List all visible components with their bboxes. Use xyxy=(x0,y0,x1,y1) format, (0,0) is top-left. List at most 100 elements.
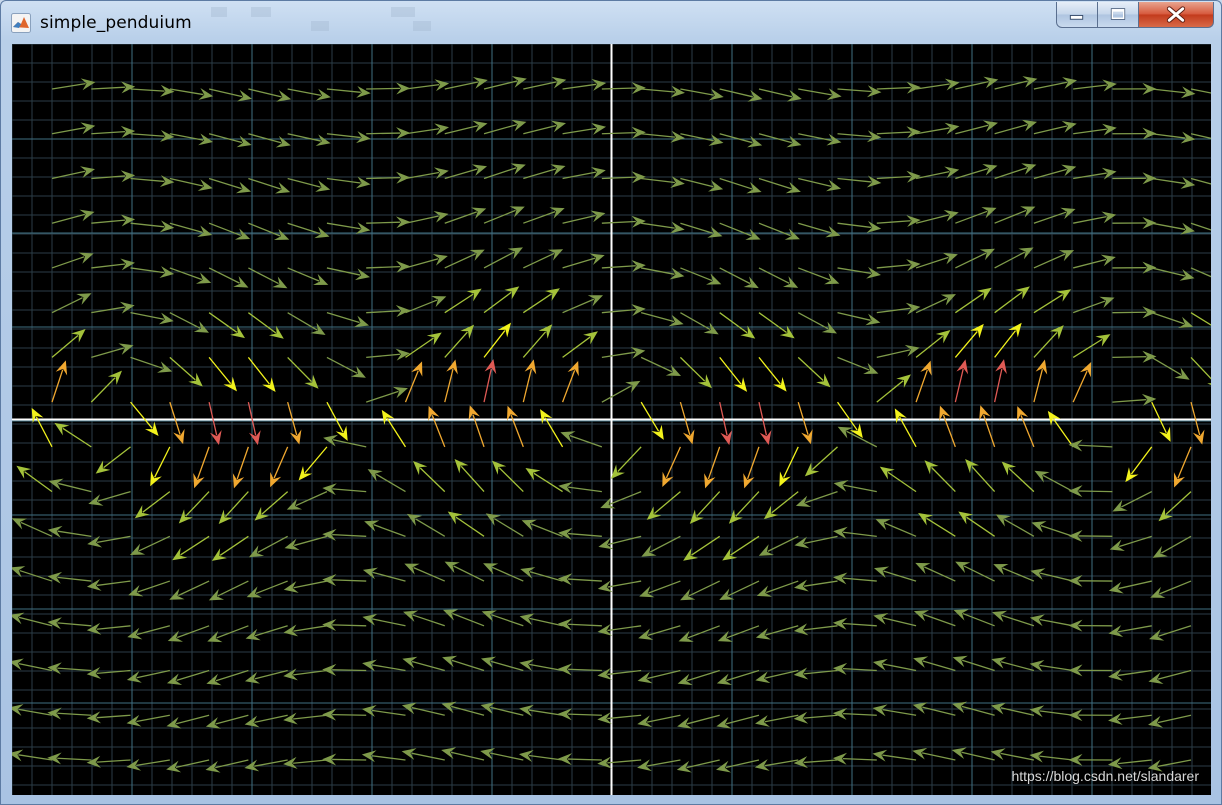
vector-arrow-shaft xyxy=(51,83,86,90)
vector-arrow-shaft xyxy=(746,446,760,480)
vector-arrow-head xyxy=(1152,545,1168,558)
vector-arrow-shaft xyxy=(444,81,479,90)
maximize-button[interactable] xyxy=(1097,2,1139,28)
vector-arrow-shaft xyxy=(257,535,288,554)
vector-arrow-shaft xyxy=(1151,222,1186,231)
vector-arrow-head xyxy=(722,547,738,561)
vector-arrow-shaft xyxy=(1001,614,1035,627)
vector-arrow-shaft xyxy=(366,221,401,224)
vector-arrow-shaft xyxy=(528,709,563,716)
watermark-text: https://blog.csdn.net/slandarer xyxy=(1011,768,1199,784)
vector-arrow-shaft xyxy=(758,133,792,144)
vector-arrow-shaft xyxy=(332,758,367,761)
vector-arrow-shaft xyxy=(405,258,439,269)
vector-arrow-shaft xyxy=(915,297,948,314)
vector-arrow-shaft xyxy=(57,622,92,627)
vector-arrow-shaft xyxy=(293,625,328,632)
title-bar[interactable]: simple_penduium xyxy=(1,1,1221,41)
vector-arrow-shaft xyxy=(640,356,673,373)
phase-plot[interactable]: https://blog.csdn.net/slandarer xyxy=(12,44,1211,795)
vector-arrow-shaft xyxy=(679,356,706,382)
vector-arrow-shaft xyxy=(680,133,714,142)
vector-arrow-shaft xyxy=(649,535,681,553)
vector-arrow-shaft xyxy=(562,336,591,358)
vector-arrow-shaft xyxy=(405,128,440,135)
vector-arrow-shaft xyxy=(90,377,116,403)
vector-arrow-shaft xyxy=(405,171,440,180)
vector-arrow-shaft xyxy=(1002,567,1035,582)
vector-arrow-shaft xyxy=(57,576,92,582)
vector-arrow-shaft xyxy=(332,624,367,627)
vector-arrow-shaft xyxy=(966,516,995,537)
vector-arrow-shaft xyxy=(533,472,563,493)
vector-arrow-shaft xyxy=(922,660,956,672)
vector-arrow-shaft xyxy=(758,177,792,190)
vector-arrow-shaft xyxy=(208,88,243,98)
vector-arrow-head xyxy=(544,288,560,301)
vector-arrow-shaft xyxy=(1000,752,1035,761)
vector-arrow-shaft xyxy=(523,210,556,224)
vector-arrow-shaft xyxy=(961,751,995,761)
vector-arrow-shaft xyxy=(1177,446,1192,479)
vector-arrow-shaft xyxy=(224,491,249,518)
vector-arrow-shaft xyxy=(876,264,911,269)
minimize-button[interactable] xyxy=(1056,2,1098,28)
vector-arrow-shaft xyxy=(994,209,1027,224)
vector-arrow-shaft xyxy=(415,518,446,537)
vector-arrow-shaft xyxy=(882,663,917,672)
vector-arrow-shaft xyxy=(444,253,476,269)
vector-arrow-shaft xyxy=(1165,491,1192,515)
vector-arrow-shaft xyxy=(882,754,917,761)
vector-arrow-shaft xyxy=(57,667,92,672)
matlab-icon xyxy=(11,13,31,33)
vector-arrow-shaft xyxy=(719,312,748,334)
vector-arrow-shaft xyxy=(455,516,485,537)
vector-arrow-head xyxy=(583,331,598,345)
vector-arrow-shaft xyxy=(51,213,86,224)
vector-arrow-shaft xyxy=(696,491,721,518)
close-icon xyxy=(1166,6,1186,23)
vector-arrow-shaft xyxy=(758,267,790,284)
vector-arrow-shaft xyxy=(332,579,367,582)
vector-arrow-head xyxy=(406,513,423,527)
vector-arrow-shaft xyxy=(1190,222,1211,231)
vector-arrow-shaft xyxy=(1157,759,1192,768)
vector-arrow-shaft xyxy=(136,714,170,723)
vector-arrow-shaft xyxy=(293,714,328,720)
vector-arrow-shaft xyxy=(994,123,1028,135)
vector-arrow-shaft xyxy=(1158,625,1192,637)
vector-arrow-shaft xyxy=(641,133,676,138)
vector-arrow-shaft xyxy=(1151,356,1182,376)
vector-arrow-shaft xyxy=(411,752,445,761)
vector-arrow-shaft xyxy=(647,625,681,637)
vector-arrow-shaft xyxy=(798,267,831,281)
vector-arrow-shaft xyxy=(1078,444,1113,448)
vector-arrow-shaft xyxy=(413,567,446,582)
vector-arrow-shaft xyxy=(640,312,675,323)
vector-arrow-shaft xyxy=(719,267,751,285)
vector-arrow-head xyxy=(248,545,265,558)
close-button[interactable] xyxy=(1138,2,1214,28)
vector-arrow-shaft xyxy=(287,133,321,142)
vector-arrow-head xyxy=(485,513,501,526)
vector-arrow-shaft xyxy=(169,356,196,381)
vector-arrow-shaft xyxy=(208,133,243,144)
vector-arrow-head xyxy=(367,469,383,482)
vector-arrow-shaft xyxy=(601,220,636,224)
vector-arrow-shaft xyxy=(1151,401,1167,434)
vector-arrow-shaft xyxy=(1033,125,1068,135)
vector-arrow-head xyxy=(134,505,150,519)
vector-arrow-shaft xyxy=(607,625,642,632)
vector-arrow-shaft xyxy=(57,530,92,537)
vector-arrow-head xyxy=(268,325,284,339)
vector-arrow-head xyxy=(298,465,313,481)
vector-arrow-shaft xyxy=(719,177,753,190)
vector-arrow-shaft xyxy=(797,312,829,330)
vector-arrow-shaft xyxy=(876,220,911,224)
vector-arrow-shaft xyxy=(1118,625,1152,633)
vector-arrow-shaft xyxy=(727,580,760,597)
vector-arrow-shaft xyxy=(882,617,917,627)
vector-arrow-shaft xyxy=(1073,128,1107,135)
vector-arrow-shaft xyxy=(1157,714,1192,724)
vector-arrow-shaft xyxy=(450,751,485,761)
